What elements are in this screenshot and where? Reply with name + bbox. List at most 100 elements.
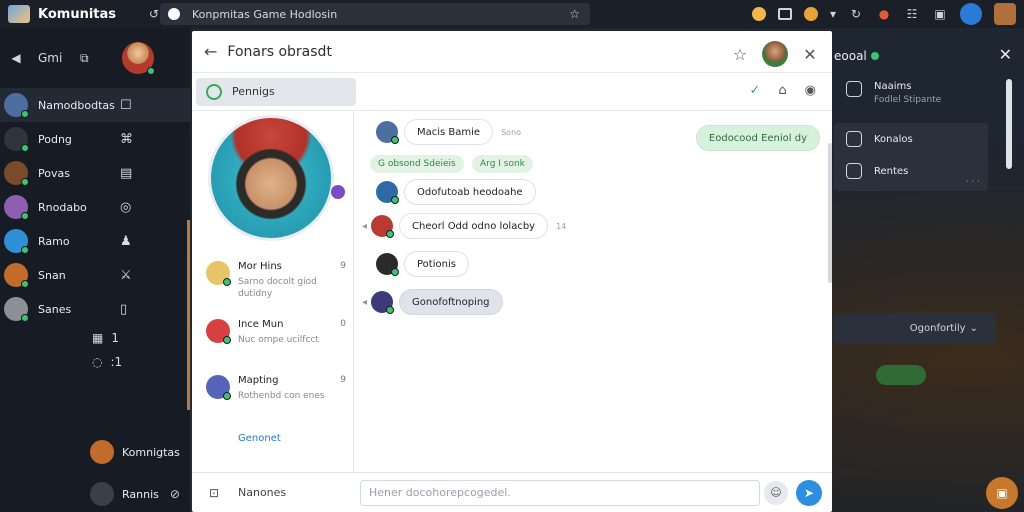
back-arrow-icon[interactable]: ◀ <box>8 50 24 66</box>
sidebar-item-icon[interactable]: ⌘ <box>120 132 133 147</box>
message-row: ◂ Gonofoftnoping <box>362 289 503 315</box>
bookmark-star-icon[interactable]: ☆ <box>569 7 580 21</box>
sidebar-item[interactable]: Podng ⌘ <box>0 122 190 156</box>
profile-avatar-large[interactable] <box>208 115 334 241</box>
profile-link[interactable]: Genonet <box>238 433 281 444</box>
sidebar-header: ◀ Gmi ⧉ <box>0 28 190 88</box>
puzzle-icon[interactable]: ⧉ <box>76 50 92 66</box>
sidebar-extra-item[interactable]: ▦ 1 <box>0 326 190 350</box>
composer-bar: ⊡ Nanones Hener docohorepcogedel. ☺ ➤ <box>192 472 832 512</box>
user-avatar[interactable] <box>122 42 156 75</box>
message-avatar[interactable] <box>376 121 399 144</box>
content-area: Mor Hins Sarno docolt giod dutidny 9 Ince M… <box>192 111 832 472</box>
panel-menu-item-0[interactable]: Konalos <box>834 123 988 155</box>
contact-avatar[interactable] <box>762 41 788 67</box>
address-bar[interactable]: Konpmitas Game Hodlosin ☆ <box>160 3 590 25</box>
sidebar-item[interactable]: Namodbodtas ☐ <box>0 88 190 122</box>
sidebar-item-icon[interactable]: ⚔ <box>120 268 132 283</box>
reply-indicator-icon[interactable]: ◂ <box>362 297 367 308</box>
close-icon[interactable]: ✕ <box>802 45 818 64</box>
message-avatar[interactable] <box>371 291 395 314</box>
bell-icon[interactable]: ⌂ <box>778 83 786 98</box>
sidebar-item-icon[interactable]: ◎ <box>120 200 131 215</box>
message-bubble[interactable]: Odofutoab heodoahe <box>404 179 536 205</box>
sidebar-item[interactable]: Sanes ▯ <box>0 292 190 326</box>
contact-item[interactable]: Mapting Rothenbd con enes 9 <box>206 375 346 402</box>
chat-scrollbar[interactable] <box>828 143 832 283</box>
sidebar-item-icon[interactable]: ▤ <box>120 166 132 181</box>
left-sidebar: ◀ Gmi ⧉ Namodbodtas ☐ Podng ⌘ Povas ▤ Rnodabo ◎… <box>0 28 190 512</box>
reply-indicator-icon[interactable]: ◂ <box>362 221 367 232</box>
emoji-icon[interactable] <box>752 7 766 21</box>
record-icon[interactable]: ● <box>876 6 892 22</box>
sidebar-item[interactable]: Rnodabo ◎ <box>0 190 190 224</box>
chat-window: ← Fonars obrasdt ☆ ✕ Pennigs ✓ ⌂ ◉ Mor H… <box>192 31 832 512</box>
contact-item[interactable]: Ince Mun Nuc ompe ucilfcct 0 <box>206 319 346 346</box>
back-icon[interactable]: ← <box>204 42 217 61</box>
sidebar-item[interactable]: Ramo ♟ <box>0 224 190 258</box>
clipboard-icon[interactable]: ▣ <box>932 6 948 22</box>
sidebar-item-icon[interactable]: ♟ <box>120 234 132 249</box>
sidebar-item[interactable]: Povas ▤ <box>0 156 190 190</box>
message-bubble[interactable]: Gonofoftnoping <box>399 289 503 315</box>
online-dot <box>391 196 399 204</box>
more-dots[interactable]: · · · <box>966 177 980 187</box>
floating-action-button[interactable]: ▣ <box>986 477 1018 509</box>
chevron-down-icon[interactable]: ▾ <box>830 6 836 22</box>
sidebar-item[interactable]: Snan ⚔ <box>0 258 190 292</box>
account-avatar[interactable] <box>960 3 982 25</box>
header-actions: ☆ ✕ <box>732 41 818 67</box>
message-time: Sono <box>501 127 522 137</box>
refresh-icon[interactable]: ↻ <box>848 6 864 22</box>
pennigs-tab[interactable]: Pennigs <box>196 77 356 106</box>
online-dot <box>870 52 879 60</box>
message-bubble[interactable]: Potionis <box>404 251 469 277</box>
sidebar-extra-item[interactable]: ◌:1 <box>0 350 190 374</box>
attach-icon[interactable]: ⊡ <box>206 485 222 501</box>
tag-chip-1[interactable]: Arg I sonk <box>472 155 533 173</box>
online-dot <box>21 246 29 254</box>
status-emoji-icon[interactable] <box>804 7 818 21</box>
sidebar-bottom-komunitas[interactable]: Komnigtas <box>90 440 180 464</box>
send-button[interactable]: ➤ <box>796 479 822 506</box>
sidebar-bottom-label: Komnigtas <box>122 445 180 459</box>
message-avatar[interactable] <box>371 215 395 238</box>
online-dot <box>391 136 399 144</box>
sidebar-item-icon[interactable]: ▯ <box>120 302 127 317</box>
contact-text: Mor Hins Sarno docolt giod dutidny <box>238 261 346 300</box>
message-input[interactable]: Hener docohorepcogedel. <box>360 479 760 506</box>
status-ring-icon <box>206 83 222 100</box>
check-icon[interactable]: ✓ <box>749 83 760 98</box>
message-bubble[interactable]: Cheorl Odd odno lolacby <box>399 213 549 239</box>
emoji-picker-icon[interactable]: ☺ <box>764 480 788 505</box>
sidebar-item-icon[interactable]: ☐ <box>120 98 132 113</box>
tag-chip-0[interactable]: G obsond Sdeieis <box>370 155 464 173</box>
contact-name: Mor Hins <box>238 261 282 272</box>
close-panel-icon[interactable]: ✕ <box>999 45 1012 64</box>
message-avatar[interactable] <box>376 181 399 204</box>
online-dot <box>223 392 231 400</box>
panel-scrollbar[interactable] <box>1006 79 1012 169</box>
contact-text: Mapting Rothenbd con enes <box>238 375 325 402</box>
panel-row-main[interactable]: Naaims Fodlel Stipante <box>846 81 941 105</box>
camera-icon[interactable] <box>778 8 792 20</box>
sidebar-item-avatar <box>4 127 29 152</box>
settings-icon[interactable]: ⊘ <box>167 486 183 502</box>
contact-preview: Rothenbd con enes <box>238 391 325 401</box>
app-logo-icon <box>8 5 30 23</box>
green-status-chip[interactable] <box>876 365 926 385</box>
star-icon[interactable]: ☆ <box>732 45 748 64</box>
message-avatar[interactable] <box>376 253 399 276</box>
help-icon[interactable]: ◉ <box>805 83 816 98</box>
sidebar-bottom-rannis[interactable]: Rannis ⊘ <box>90 482 183 506</box>
panel-menu-label: Konalos <box>874 133 913 145</box>
contact-item[interactable]: Mor Hins Sarno docolt giod dutidny 9 <box>206 261 346 300</box>
profile-avatar[interactable] <box>994 3 1016 25</box>
contact-count: 9 <box>340 261 346 271</box>
contact-count: 9 <box>340 375 346 385</box>
options-dropdown[interactable]: Ogonfortily ⌄ <box>834 313 996 343</box>
sliders-icon[interactable]: ☷ <box>904 6 920 22</box>
message-row: Odofutoab heodoahe <box>376 179 536 205</box>
online-dot <box>21 314 29 322</box>
message-bubble[interactable]: Macis Bamie <box>404 119 494 145</box>
